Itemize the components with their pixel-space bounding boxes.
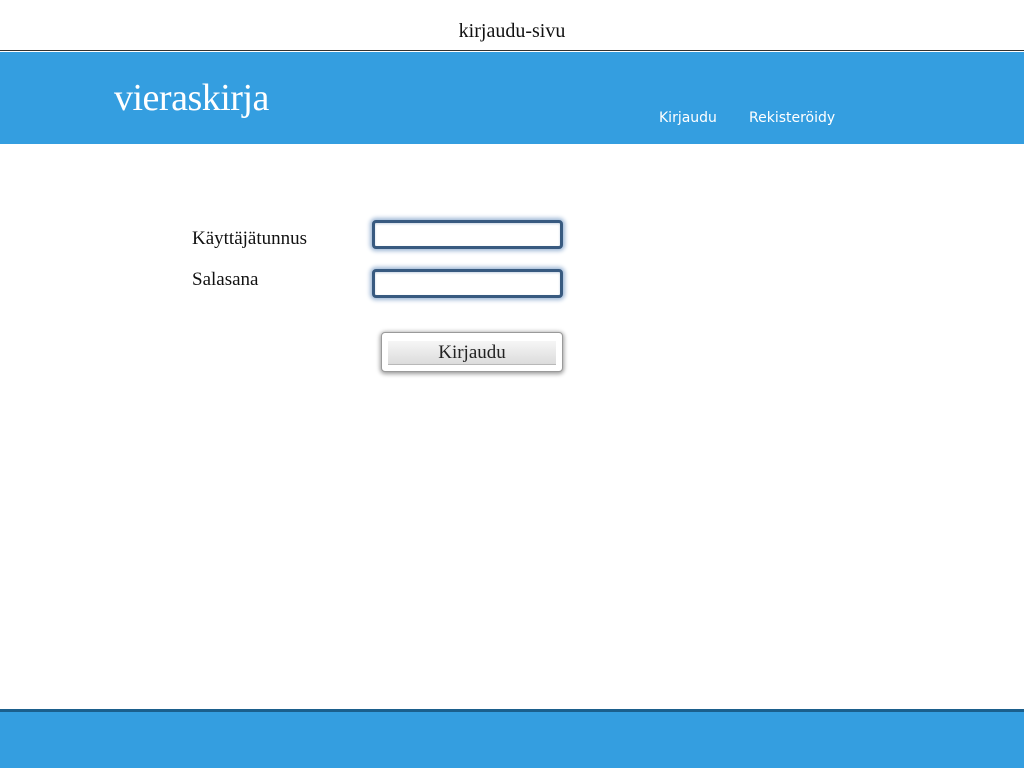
- site-header: vieraskirja Kirjaudu Rekisteröidy: [0, 52, 1024, 144]
- login-button[interactable]: Kirjaudu: [381, 332, 563, 372]
- password-label: Salasana: [192, 269, 259, 290]
- username-input[interactable]: [372, 220, 563, 249]
- site-footer: [0, 709, 1024, 768]
- site-logo: vieraskirja: [114, 77, 269, 119]
- nav-login-link[interactable]: Kirjaudu: [659, 110, 717, 126]
- password-input[interactable]: [372, 269, 563, 298]
- nav-register-link[interactable]: Rekisteröidy: [749, 110, 835, 126]
- page-title: kirjaudu-sivu: [0, 0, 1024, 51]
- login-button-label: Kirjaudu: [388, 341, 556, 365]
- username-label: Käyttäjätunnus: [192, 228, 308, 249]
